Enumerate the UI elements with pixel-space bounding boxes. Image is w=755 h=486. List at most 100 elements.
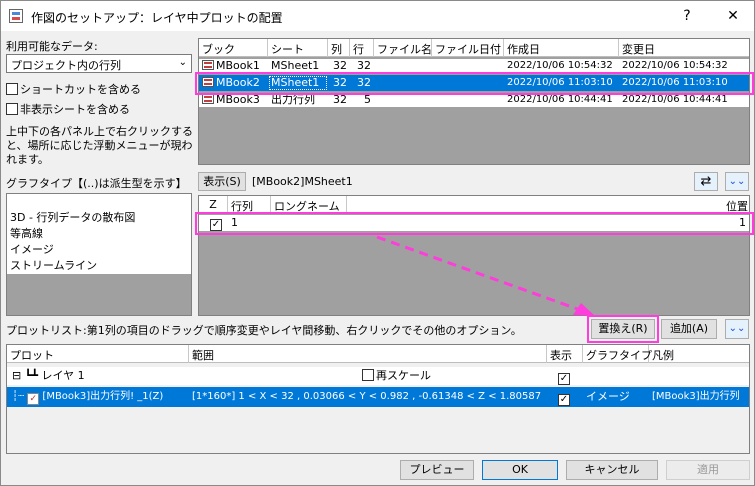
- columns-header: Z 行列 ロングネーム 位置: [199, 196, 749, 214]
- available-data-select[interactable]: プロジェクト内の行列 ⌄: [6, 54, 192, 73]
- col-range[interactable]: 範囲: [189, 345, 547, 363]
- col-count: 32: [333, 76, 347, 89]
- col-book[interactable]: ブック: [199, 39, 268, 57]
- col-rows[interactable]: 行: [350, 39, 374, 57]
- expand-down-icon[interactable]: ⌄⌄: [725, 319, 749, 339]
- plot-name: ┆┈ ✓ [MBook3]出力行列! _1(Z): [12, 391, 164, 405]
- col-created[interactable]: 作成日: [504, 39, 619, 57]
- plot-row-selected[interactable]: ┆┈ ✓ [MBook3]出力行列! _1(Z) [1*160*] 1 < X …: [7, 387, 749, 407]
- cancel-button[interactable]: キャンセル: [566, 460, 658, 480]
- z-checkbox[interactable]: ✓: [207, 215, 225, 231]
- add-button[interactable]: 追加(A): [661, 319, 717, 339]
- sheet-name: 出力行列: [271, 93, 315, 106]
- selected-sheet-path: [MBook2]MSheet1: [252, 175, 353, 188]
- long-name: [271, 215, 347, 231]
- tree-collapse-icon[interactable]: ⊟: [12, 369, 21, 382]
- plot-graph-type: イメージ: [586, 390, 630, 403]
- col-count: 32: [333, 59, 347, 72]
- arrow-line: [376, 235, 584, 313]
- col-z[interactable]: Z: [199, 196, 228, 214]
- row-count: 32: [357, 76, 371, 89]
- available-data-label: 利用可能なデータ:: [6, 40, 98, 53]
- graph-type-label: グラフタイプ【(..)は派生型を示す】: [6, 177, 187, 190]
- include-hidden-label: 非表示シートを含める: [20, 103, 130, 116]
- col-plot[interactable]: プロット: [7, 345, 189, 363]
- include-hidden-checkbox[interactable]: 非表示シートを含める: [6, 101, 130, 117]
- plotlist-header: プロット 範囲 表示 グラフタイプ 凡例: [7, 345, 749, 363]
- col-filedate[interactable]: ファイル日付: [432, 39, 504, 57]
- col-longname[interactable]: ロングネーム: [271, 196, 347, 214]
- col-count: 32: [333, 93, 347, 106]
- ok-button[interactable]: OK: [482, 460, 558, 480]
- show-button[interactable]: 表示(S): [198, 172, 246, 191]
- graph-type-item[interactable]: 3D - 行列データの散布図: [7, 210, 191, 226]
- col-sheet[interactable]: シート: [268, 39, 328, 57]
- modified-date: 2022/10/06 11:03:10: [622, 77, 728, 88]
- chevron-down-icon: ⌄: [178, 57, 187, 68]
- preview-button[interactable]: プレビュー: [400, 460, 474, 480]
- rescale-checkbox[interactable]: 再スケール: [359, 367, 459, 385]
- book-name: MBook2: [199, 75, 268, 91]
- app-icon: [9, 9, 23, 23]
- plot-list-table: プロット 範囲 表示 グラフタイプ 凡例 ⊟ ┗┻ レイヤ 1 再スケール ✓ …: [6, 344, 750, 454]
- checkbox-checked-icon: ✓: [210, 219, 222, 231]
- matrix-index: 1: [231, 216, 238, 229]
- plotlist-label: プロットリスト:第1列の項目のドラッグで順序変更やレイヤ間移動、右クリックでその…: [6, 324, 522, 337]
- book-name: MBook3: [199, 93, 268, 107]
- graph-type-item[interactable]: 等高線: [7, 226, 191, 242]
- available-data-value: プロジェクト内の行列: [11, 59, 121, 72]
- row-count: 5: [364, 93, 371, 106]
- col-position[interactable]: 位置: [347, 196, 749, 214]
- hint-text: 上中下の各パネル上で右クリックすると、場所に応じた浮動メニューが現われます。: [6, 125, 193, 166]
- sheet-name: MSheet1: [271, 59, 320, 72]
- matrix-book-icon: [202, 77, 214, 87]
- matrix-book-icon: [202, 94, 214, 104]
- replace-button[interactable]: 置換え(R): [591, 319, 655, 339]
- graph-type-list: (イメージ) 3D - 行列データの散布図 等高線 イメージ ストリームライン: [6, 193, 192, 316]
- created-date: 2022/10/06 11:03:10: [507, 77, 613, 88]
- checkbox-icon: [6, 83, 18, 95]
- book-row[interactable]: MBook1 MSheet1 32 32 2022/10/06 10:54:32…: [199, 59, 749, 73]
- book-row-selected[interactable]: MBook2 MSheet1 32 32 2022/10/06 11:03:10…: [199, 75, 749, 91]
- column-row[interactable]: ✓ 1 1: [199, 215, 749, 231]
- col-modified[interactable]: 変更日: [619, 39, 749, 57]
- matrix-book-icon: [202, 60, 214, 70]
- checkbox-icon: [6, 103, 18, 115]
- include-shortcut-checkbox[interactable]: ショートカットを含める: [6, 81, 141, 97]
- layer-axis-icon: ┗┻: [24, 369, 38, 382]
- layer-row[interactable]: ⊟ ┗┻ レイヤ 1 再スケール ✓: [7, 367, 749, 385]
- include-shortcut-label: ショートカットを含める: [20, 83, 141, 96]
- col-graphtype[interactable]: グラフタイプ: [583, 345, 652, 363]
- book-row[interactable]: MBook3 出力行列 32 5 2022/10/06 10:44:41 202…: [199, 93, 749, 107]
- graph-type-item[interactable]: ストリームライン: [7, 258, 191, 274]
- books-header: ブック シート 列 行 ファイル名 ファイル日付 作成日 変更日: [199, 39, 749, 57]
- col-legend[interactable]: 凡例: [649, 345, 749, 363]
- sheet-name: MSheet1: [268, 75, 328, 91]
- layer-name: ⊟ ┗┻ レイヤ 1: [12, 369, 85, 382]
- book-name: MBook1: [199, 59, 268, 73]
- tree-branch-icon: ┆┈: [12, 391, 25, 402]
- plot-show-checkbox[interactable]: ✓: [555, 387, 575, 407]
- apply-button[interactable]: 適用: [666, 460, 750, 480]
- layer-show-checkbox[interactable]: ✓: [555, 367, 575, 385]
- graph-type-item[interactable]: (イメージ): [7, 194, 191, 210]
- expand-down-icon[interactable]: ⌄⌄: [725, 172, 749, 191]
- row-count: 32: [357, 59, 371, 72]
- checkbox-icon: [362, 369, 374, 381]
- col-matrix[interactable]: 行列: [228, 196, 271, 214]
- dialog-window: 作図のセットアップ：レイヤ中プロットの配置 ? ✕ 利用可能なデータ: プロジェ…: [0, 0, 755, 486]
- created-date: 2022/10/06 10:44:41: [507, 94, 613, 105]
- plot-legend: [MBook3]出力行列: [652, 391, 740, 402]
- swap-arrows-icon[interactable]: ⇄: [694, 172, 718, 191]
- help-button[interactable]: ?: [673, 6, 701, 26]
- close-button[interactable]: ✕: [719, 6, 747, 26]
- created-date: 2022/10/06 10:54:32: [507, 60, 613, 71]
- window-title: 作図のセットアップ：レイヤ中プロットの配置: [31, 11, 283, 25]
- image-plot-icon: ✓: [27, 393, 40, 405]
- col-show[interactable]: 表示: [547, 345, 583, 363]
- annotation-arrow: [376, 235, 595, 316]
- graph-type-item[interactable]: イメージ: [7, 242, 191, 258]
- col-cols[interactable]: 列: [328, 39, 350, 57]
- col-filename[interactable]: ファイル名: [374, 39, 432, 57]
- title-bar: 作図のセットアップ：レイヤ中プロットの配置 ? ✕: [1, 1, 754, 31]
